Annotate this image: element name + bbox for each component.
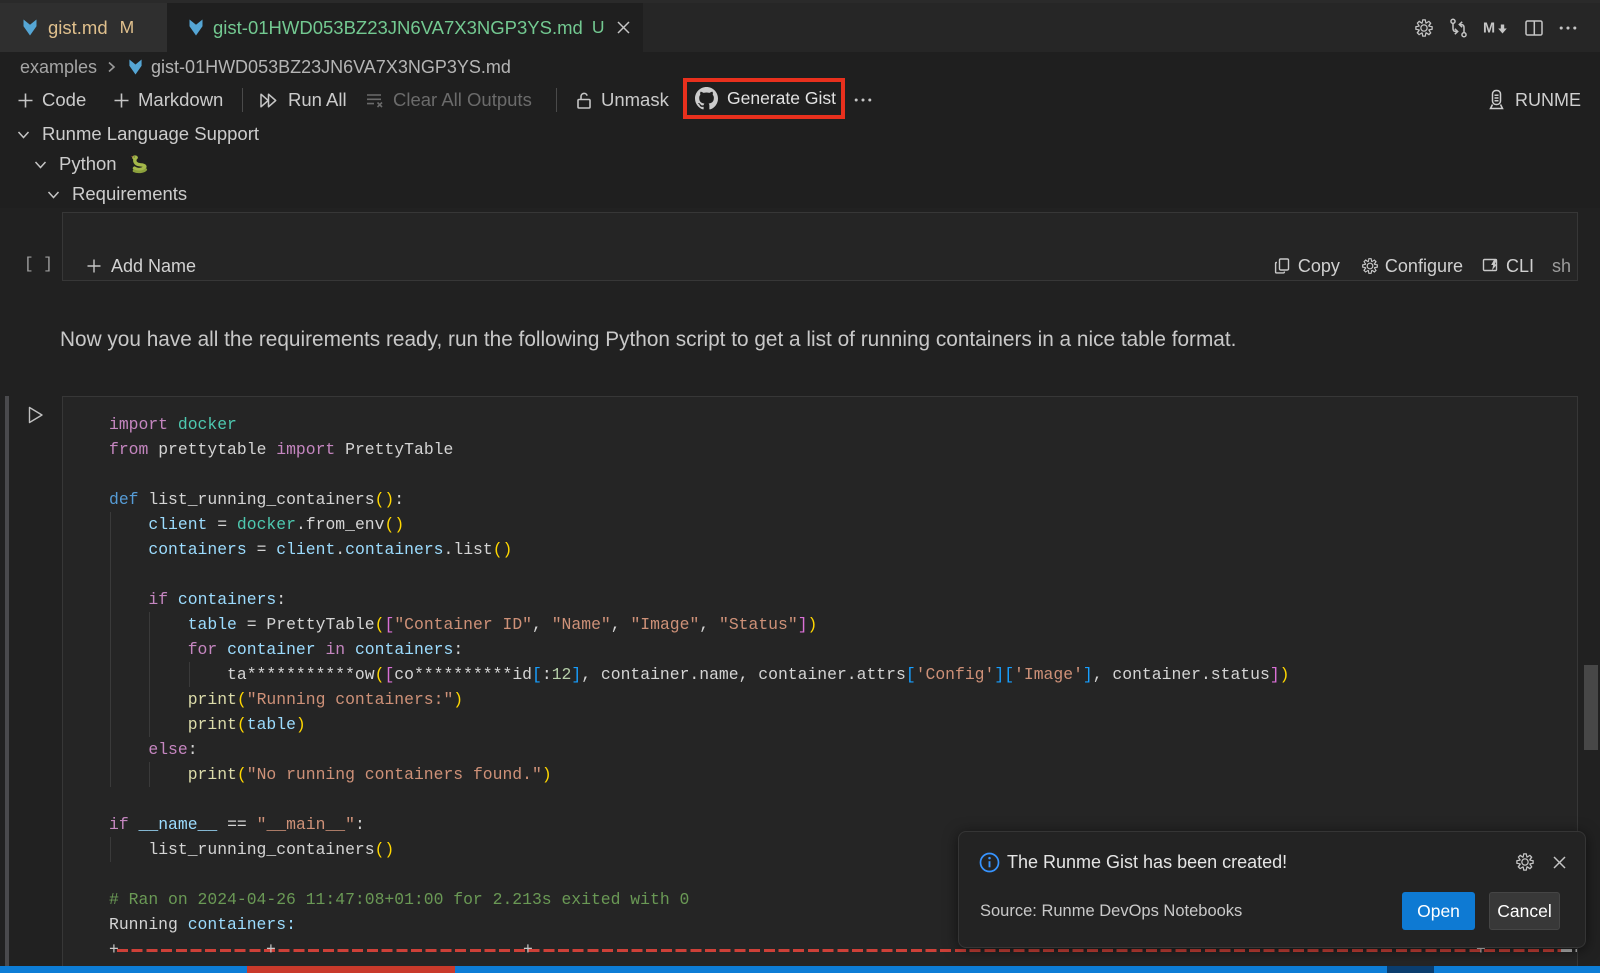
svg-text:M: M	[1483, 20, 1495, 36]
